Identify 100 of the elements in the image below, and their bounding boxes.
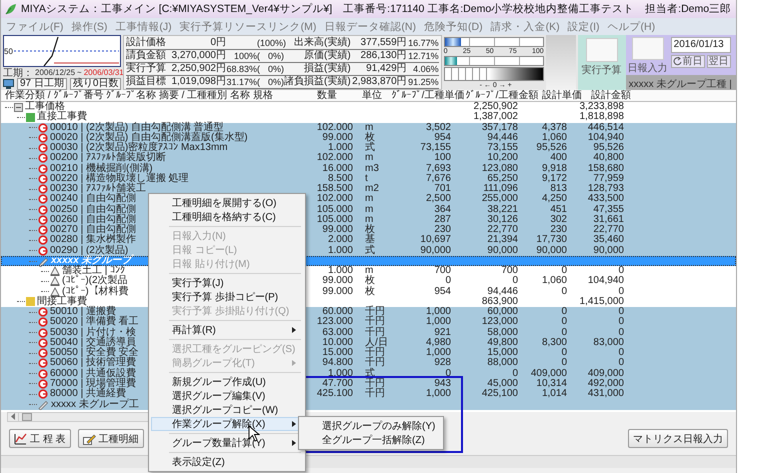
menu-item[interactable]: 全グループ一括解除(Z): [301, 433, 441, 447]
toolbar-button[interactable]: 工種明細: [78, 429, 144, 448]
tree-row[interactable]: 00020 | (2次製品) 自由勾配側溝蓋版(集水型) 99.000 枚 954 94,446 1,060 104,940: [1, 132, 736, 143]
table-cell-text: 千円: [364, 307, 386, 317]
date-field[interactable]: 2016/01/13: [670, 37, 731, 53]
tree-row[interactable]: 00200 | ｱｽﾌｧﾙﾄ舗装版切断 102.000 m 100 10,200 400 40,800: [1, 153, 736, 164]
tree-row[interactable]: 00210 | 機械掘削(側溝) 16.000 m3 7,693 123,080 9,918 158,680: [1, 164, 736, 174]
menu-item[interactable]: 実行予算 歩掛コピー(P): [151, 290, 303, 304]
table-cell-text: m: [364, 122, 374, 132]
table-cell-text: 95,526: [592, 143, 624, 153]
row-label: 60000 | 共通仮設費: [50, 368, 136, 378]
menu-item[interactable]: 選択グループのみ解除(Y): [301, 419, 441, 433]
menu-item[interactable]: 実行予算(J): [151, 276, 303, 290]
table-cell-text: 38,221: [486, 204, 518, 215]
column-header[interactable]: 設計単価: [539, 90, 585, 101]
menu-item[interactable]: 危険予知(D): [424, 20, 483, 34]
summary-value: 3,270,000円: [168, 50, 226, 62]
summary-label: 損益(実績): [284, 62, 351, 76]
table-cell-text: 10,697: [419, 235, 451, 246]
tree-row[interactable]: 00010 | (2次製品) 自由勾配側溝 普通型 102.000 m 3,502 357,178 4,378 446,514: [1, 122, 736, 133]
row-label: (ｺﾋﾟｰ)【材料費: [62, 286, 129, 296]
table-cell-text: 158,680: [586, 164, 624, 174]
row-label: 舗装土工 | ｺﾝｸ: [62, 266, 126, 276]
period-label: 工期：: [3, 66, 33, 79]
menu-item[interactable]: ヘルプ(H): [608, 20, 656, 34]
table-cell-text: 千円: [364, 348, 386, 358]
table-cell-text: 基: [364, 235, 376, 246]
table-cell-text: 8.500: [326, 174, 353, 184]
row-label: 50060 | 技術管理費: [50, 358, 136, 368]
table-cell-text: 95,526: [535, 143, 567, 153]
summary-value: 100%(: [226, 50, 260, 62]
tree-row[interactable]: 00220 | 構造物取壊し運搬 処理 8.500 t 7,676 65,250 9,172 77,959: [1, 174, 736, 184]
table-cell-text: 1.000: [326, 143, 353, 153]
summary-value: 0%): [260, 76, 284, 88]
table-cell-text: 7,693: [424, 164, 451, 174]
table-cell-text: 47.700: [321, 378, 353, 389]
row-label: 00280 | 集水桝製作: [50, 235, 136, 246]
table-cell-text: 枚: [364, 225, 376, 235]
menu-item[interactable]: 請求・入金(K): [490, 20, 560, 34]
table-cell-text: 700: [433, 266, 451, 276]
summary-value: 286,130円: [350, 50, 407, 62]
row-label: 00220 | 構造物取壊し運搬 処理: [50, 174, 189, 184]
table-cell-text: 0: [617, 286, 624, 297]
table-cell-text: 0: [560, 286, 567, 297]
table-cell-text: 94,446: [486, 132, 518, 143]
table-cell-text: 1,387,002: [472, 112, 518, 122]
table-cell-text: 16.000: [321, 164, 353, 174]
table-cell-text: 928: [433, 358, 451, 368]
toolbar-button[interactable]: 工 程 表: [9, 429, 71, 448]
table-cell-text: 400: [549, 153, 567, 164]
table-cell-text: 1,818,898: [578, 112, 624, 122]
table-cell-text: 千円: [364, 317, 386, 328]
table-cell-text: 77,959: [592, 174, 624, 184]
table-cell-text: 104,940: [586, 276, 624, 286]
table-cell-text: 954: [433, 132, 451, 143]
table-cell-text: 302: [549, 214, 567, 225]
menu-item[interactable]: 日報データ確認(N): [324, 20, 416, 34]
row-label: (ｺﾋﾟｰ)(2次製品: [62, 276, 128, 286]
menu-item[interactable]: 操作(S): [71, 20, 108, 34]
menu-item[interactable]: ファイル(F): [6, 20, 64, 34]
table-cell-text: 492,000: [586, 378, 624, 389]
table-cell-text: m3: [364, 164, 380, 174]
table-cell-text: 1,060: [540, 276, 567, 286]
table-cell-text: 千円: [364, 389, 386, 400]
table-cell-text: 1,000: [424, 348, 451, 358]
table-cell-text: 0: [560, 317, 567, 328]
table-cell-text: 105.000: [316, 204, 353, 215]
table-cell-text: 94,446: [486, 286, 518, 297]
column-header[interactable]: ｸﾞﾙｰﾌﾟ/工種単価: [391, 90, 465, 101]
table-cell-text: 813: [549, 184, 567, 194]
table-cell-text: 枚: [364, 276, 376, 286]
menu-item[interactable]: 工事情報(J): [115, 20, 172, 34]
tree-row[interactable]: 直接工事費 1,387,002 1,818,898: [1, 112, 736, 122]
row-label: 50020 | 準備費 看工: [50, 317, 139, 328]
table-cell-text: 0: [560, 348, 567, 358]
column-header[interactable]: 単位: [353, 90, 391, 101]
table-cell-text: 446,514: [586, 122, 624, 133]
summary-value: 2,983,870円: [350, 76, 407, 88]
column-header[interactable]: ｸﾞﾙｰﾌﾟ/工種金額: [465, 90, 539, 101]
next-day-button[interactable]: 翌日: [706, 55, 731, 68]
table-cell-text: 35,460: [592, 235, 624, 246]
summary-label: 請負金額: [126, 50, 168, 62]
table-cell-text: 0: [617, 317, 624, 328]
table-cell-text: 102.000: [316, 122, 353, 133]
column-header[interactable]: 数量: [301, 90, 353, 101]
table-cell-text: 158.500: [316, 184, 353, 194]
menu-item[interactable]: 設定(I): [568, 20, 600, 34]
table-cell-text: 123,000: [480, 317, 518, 328]
day-count: 残り0日数: [70, 78, 122, 90]
previous-day-button[interactable]: 前日: [670, 55, 705, 68]
column-header[interactable]: 設計金額: [585, 90, 637, 101]
table-cell-text: m: [364, 204, 374, 215]
table-cell-text: 83,000: [592, 338, 624, 348]
table-cell-text: 58,000: [486, 328, 518, 338]
menu-item[interactable]: 実行予算リソースリンク(M): [180, 20, 316, 34]
table-cell-text: m: [364, 153, 374, 164]
tree-row[interactable]: 00230 | ｱｽﾌｧﾙﾄ舗装工 158.500 m2 701 111,096 813 128,793: [1, 184, 736, 194]
table-cell-text: 60,000: [486, 307, 518, 317]
toolbar-button[interactable]: マトリクス日報入力: [628, 429, 728, 448]
table-cell-text: 65,250: [486, 174, 518, 184]
